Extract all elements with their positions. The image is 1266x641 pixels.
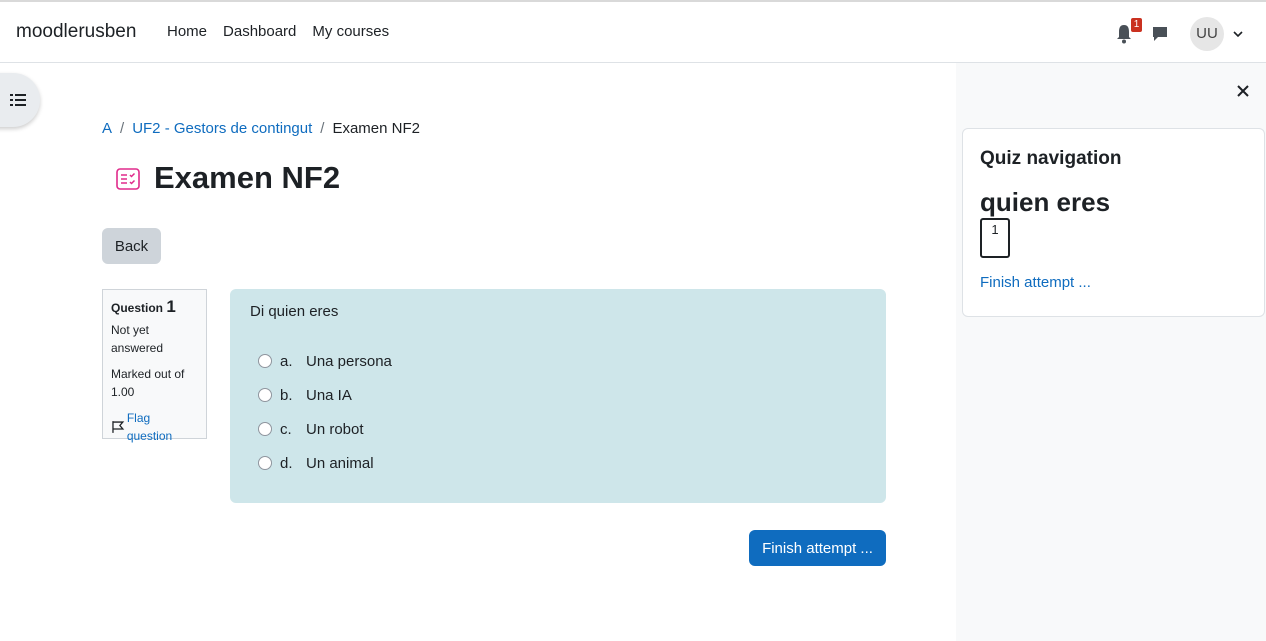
answer-option-b[interactable]: b. Una IA [258,385,352,405]
close-icon[interactable] [1236,84,1250,98]
quiz-section-heading: quien eres [980,187,1111,217]
course-index-toggle[interactable] [0,73,40,127]
notification-badge: 1 [1131,18,1142,32]
site-brand[interactable]: moodlerusben [16,21,136,43]
chat-icon[interactable] [1151,25,1169,43]
option-text: Una IA [306,386,352,404]
breadcrumb-link-course[interactable]: A [102,120,112,137]
radio-button[interactable] [258,354,272,368]
breadcrumb: A / UF2 - Gestors de contingut / Examen … [102,120,420,137]
option-text: Un animal [306,454,374,472]
quiz-navigation-title: Quiz navigation [980,148,1122,169]
option-text: Un robot [306,420,364,438]
list-icon [10,94,26,106]
question-content: Di quien eres a. Una persona b. Una IA c… [230,289,886,503]
breadcrumb-separator: / [320,120,325,137]
primary-nav: Home Dashboard My courses [167,23,405,40]
breadcrumb-separator: / [120,120,125,137]
answer-option-c[interactable]: c. Un robot [258,419,364,439]
question-marks: Marked out of 1.00 [111,367,185,399]
quiz-navigation-block: Quiz navigation quien eres 1 Finish atte… [962,128,1265,317]
back-button[interactable]: Back [102,228,161,264]
finish-attempt-link[interactable]: Finish attempt ... [980,274,1091,291]
answer-option-a[interactable]: a. Una persona [258,351,392,371]
breadcrumb-current: Examen NF2 [332,120,420,137]
flag-question-link[interactable]: Flag question [111,409,198,445]
option-letter: c. [280,420,292,438]
question-state: Not yet answered [111,323,164,355]
question-info: Question 1 Not yet answered Marked out o… [102,289,207,443]
flag-question-label: Flag question [126,411,173,443]
avatar[interactable]: UU [1190,17,1224,51]
quiz-icon [116,168,140,190]
question-label: Question [111,301,164,315]
radio-button[interactable] [258,388,272,402]
question-number: Question 1 [111,298,198,317]
option-text: Una persona [306,352,392,370]
question-text: Di quien eres [250,303,339,320]
radio-button[interactable] [258,422,272,436]
option-letter: d. [280,454,293,472]
chevron-down-icon[interactable] [1232,28,1244,40]
radio-button[interactable] [258,456,272,470]
option-letter: b. [280,386,293,404]
nav-home[interactable]: Home [167,23,207,40]
nav-dashboard[interactable]: Dashboard [223,23,296,40]
answer-option-d[interactable]: d. Un animal [258,453,374,473]
page-title: Examen NF2 [154,160,341,195]
finish-attempt-button[interactable]: Finish attempt ... [749,530,886,566]
breadcrumb-link-section[interactable]: UF2 - Gestors de contingut [132,120,312,137]
quiz-nav-question-button[interactable]: 1 [980,218,1010,258]
nav-my-courses[interactable]: My courses [312,23,389,40]
top-navbar: moodlerusben Home Dashboard My courses 1… [0,0,1266,63]
question-number-value: 1 [166,297,176,316]
flag-icon [112,421,125,433]
option-letter: a. [280,352,293,370]
